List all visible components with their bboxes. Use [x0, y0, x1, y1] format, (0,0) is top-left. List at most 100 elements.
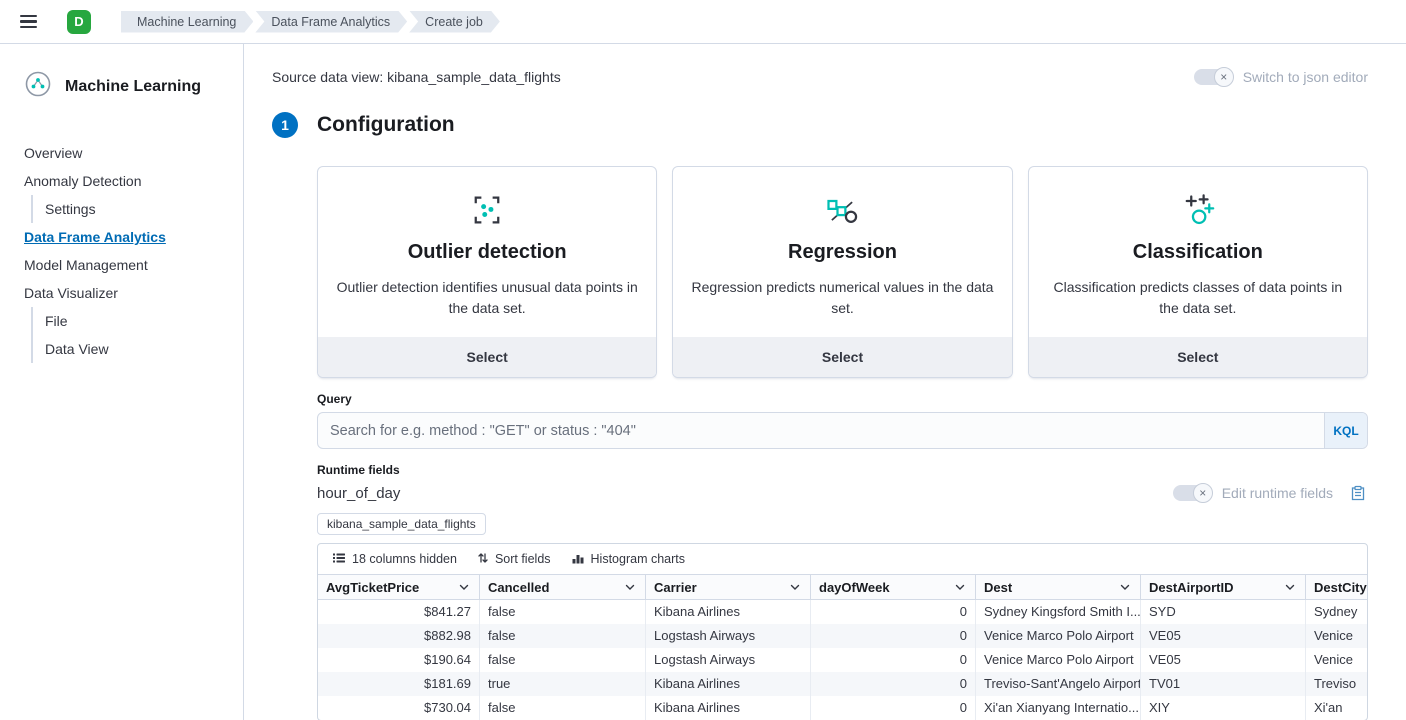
- grid-cell[interactable]: TV01: [1141, 672, 1306, 696]
- sidebar-nav: Overview Anomaly Detection Settings Data…: [24, 139, 227, 363]
- chevron-down-icon[interactable]: [623, 580, 637, 594]
- chevron-down-icon[interactable]: [788, 580, 802, 594]
- card-description: Outlier detection identifies unusual dat…: [336, 277, 638, 319]
- column-header-destcityname: DestCityName: [1306, 575, 1367, 599]
- chevron-down-icon[interactable]: [1283, 580, 1297, 594]
- edit-runtime-fields-toggle[interactable]: ×: [1173, 484, 1213, 502]
- toggle-x-icon: ×: [1193, 483, 1213, 503]
- grid-cell[interactable]: Treviso-Sant'Angelo Airport: [976, 672, 1141, 696]
- sidebar-item-data-frame-analytics[interactable]: Data Frame Analytics: [24, 223, 227, 251]
- grid-cell[interactable]: Kibana Airlines: [646, 600, 811, 624]
- sidebar-item-file[interactable]: File: [45, 307, 227, 335]
- card-title: Classification: [1047, 241, 1349, 264]
- grid-cell[interactable]: false: [480, 696, 646, 720]
- index-badge: kibana_sample_data_flights: [317, 513, 486, 535]
- columns-hidden-button[interactable]: 18 columns hidden: [324, 548, 465, 571]
- chevron-down-icon[interactable]: [457, 580, 471, 594]
- grid-cell[interactable]: $190.64: [318, 648, 480, 672]
- kql-button[interactable]: KQL: [1324, 413, 1367, 448]
- table-row: $181.69 true Kibana Airlines 0 Treviso-S…: [318, 672, 1367, 696]
- grid-cell[interactable]: $882.98: [318, 624, 480, 648]
- outlier-detection-card[interactable]: Outlier detection Outlier detection iden…: [317, 166, 657, 378]
- json-editor-toggle[interactable]: ×: [1194, 68, 1234, 86]
- grid-cell[interactable]: false: [480, 624, 646, 648]
- grid-cell[interactable]: Venice: [1306, 624, 1367, 648]
- edit-runtime-fields-label: Edit runtime fields: [1222, 485, 1333, 501]
- grid-cell[interactable]: XIY: [1141, 696, 1306, 720]
- classification-icon: [1047, 191, 1349, 229]
- source-data-view-label: Source data view: kibana_sample_data_fli…: [272, 69, 561, 85]
- grid-cell[interactable]: Venice Marco Polo Airport: [976, 624, 1141, 648]
- menu-icon[interactable]: [16, 11, 41, 32]
- sidebar-item-anomaly-detection[interactable]: Anomaly Detection: [24, 167, 227, 195]
- grid-cell[interactable]: Venice: [1306, 648, 1367, 672]
- grid-cell[interactable]: 0: [811, 600, 976, 624]
- sidebar-item-settings[interactable]: Settings: [45, 195, 227, 223]
- histogram-charts-button[interactable]: Histogram charts: [563, 548, 693, 571]
- grid-cell[interactable]: false: [480, 600, 646, 624]
- query-label: Query: [317, 392, 1368, 406]
- sidebar-item-data-view[interactable]: Data View: [45, 335, 227, 363]
- query-search-input[interactable]: [317, 412, 1368, 449]
- grid-cell[interactable]: 0: [811, 624, 976, 648]
- card-title: Outlier detection: [336, 241, 638, 264]
- sidebar-item-overview[interactable]: Overview: [24, 139, 227, 167]
- grid-cell[interactable]: Kibana Airlines: [646, 672, 811, 696]
- sort-fields-label: Sort fields: [495, 552, 551, 566]
- grid-cell[interactable]: Xi'an: [1306, 696, 1367, 720]
- classification-select-button[interactable]: Select: [1029, 337, 1367, 377]
- main-content: Source data view: kibana_sample_data_fli…: [244, 44, 1406, 720]
- classification-card[interactable]: Classification Classification predicts c…: [1028, 166, 1368, 378]
- grid-cell[interactable]: $730.04: [318, 696, 480, 720]
- sidebar: Machine Learning Overview Anomaly Detect…: [0, 44, 244, 720]
- data-visualizer-subnav: File Data View: [31, 307, 227, 363]
- grid-cell[interactable]: Sydney: [1306, 600, 1367, 624]
- sort-fields-button[interactable]: Sort fields: [469, 548, 559, 571]
- grid-cell[interactable]: Sydney Kingsford Smith I...: [976, 600, 1141, 624]
- space-avatar[interactable]: D: [67, 10, 91, 34]
- breadcrumb-data-frame-analytics[interactable]: Data Frame Analytics: [255, 11, 407, 33]
- grid-cell[interactable]: SYD: [1141, 600, 1306, 624]
- grid-cell[interactable]: VE05: [1141, 624, 1306, 648]
- grid-cell[interactable]: Logstash Airways: [646, 648, 811, 672]
- breadcrumb-machine-learning[interactable]: Machine Learning: [121, 11, 253, 33]
- grid-cell[interactable]: 0: [811, 648, 976, 672]
- histogram-charts-label: Histogram charts: [591, 552, 685, 566]
- grid-cell[interactable]: VE05: [1141, 648, 1306, 672]
- regression-card[interactable]: Regression Regression predicts numerical…: [672, 166, 1012, 378]
- page-title: Configuration: [317, 113, 455, 137]
- sort-icon: [477, 551, 489, 568]
- table-row: $882.98 false Logstash Airways 0 Venice …: [318, 624, 1367, 648]
- grid-cell[interactable]: 0: [811, 696, 976, 720]
- json-editor-toggle-label: Switch to json editor: [1243, 69, 1368, 85]
- job-type-cards: Outlier detection Outlier detection iden…: [317, 166, 1368, 378]
- grid-cell[interactable]: Kibana Airlines: [646, 696, 811, 720]
- grid-cell[interactable]: $181.69: [318, 672, 480, 696]
- grid-cell[interactable]: false: [480, 648, 646, 672]
- grid-cell[interactable]: Venice Marco Polo Airport: [976, 648, 1141, 672]
- outlier-detection-select-button[interactable]: Select: [318, 337, 656, 377]
- column-header-cancelled: Cancelled: [480, 575, 646, 599]
- grid-cell[interactable]: 0: [811, 672, 976, 696]
- grid-cell[interactable]: Treviso: [1306, 672, 1367, 696]
- column-header-avgticketprice: AvgTicketPrice: [318, 575, 480, 599]
- grid-body: $841.27 false Kibana Airlines 0 Sydney K…: [318, 600, 1367, 720]
- columns-icon: [332, 551, 346, 568]
- chevron-down-icon[interactable]: [1118, 580, 1132, 594]
- machine-learning-logo-icon: [24, 70, 52, 103]
- column-header-dest: Dest: [976, 575, 1141, 599]
- grid-header-row: AvgTicketPrice Cancelled Carrier dayOfWe…: [318, 574, 1367, 600]
- grid-cell[interactable]: $841.27: [318, 600, 480, 624]
- toggle-x-icon: ×: [1214, 67, 1234, 87]
- regression-select-button[interactable]: Select: [673, 337, 1011, 377]
- chevron-down-icon[interactable]: [953, 580, 967, 594]
- regression-icon: [691, 191, 993, 229]
- sidebar-item-model-management[interactable]: Model Management: [24, 251, 227, 279]
- copy-icon[interactable]: [1348, 483, 1368, 503]
- histogram-icon: [571, 551, 585, 568]
- top-header: D Machine Learning Data Frame Analytics …: [0, 0, 1406, 44]
- grid-cell[interactable]: Xi'an Xianyang Internatio...: [976, 696, 1141, 720]
- grid-cell[interactable]: true: [480, 672, 646, 696]
- grid-cell[interactable]: Logstash Airways: [646, 624, 811, 648]
- sidebar-item-data-visualizer[interactable]: Data Visualizer: [24, 279, 227, 307]
